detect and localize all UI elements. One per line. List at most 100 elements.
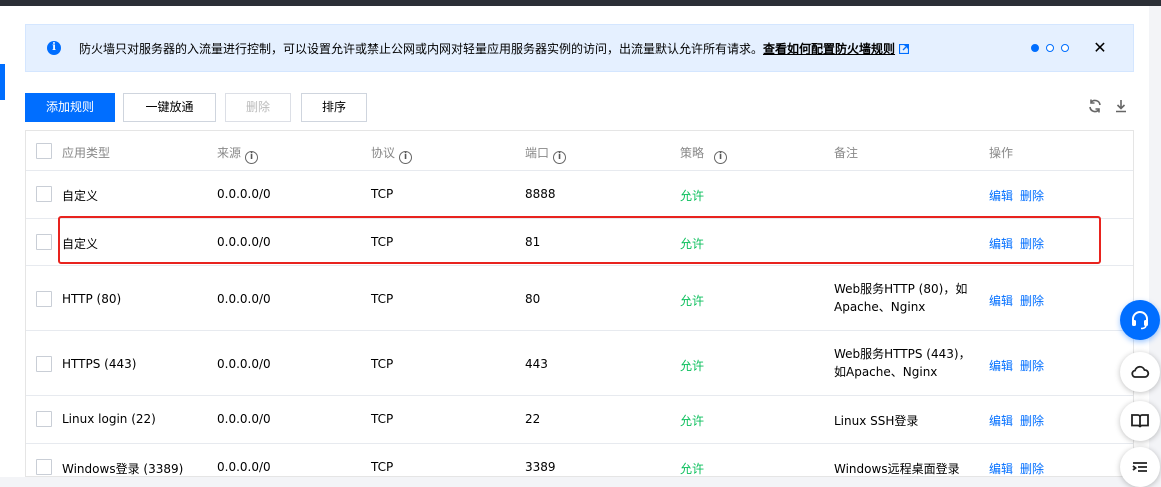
cell-port: 443 — [525, 357, 548, 371]
row-checkbox[interactable] — [36, 459, 52, 475]
cell-port: 8888 — [525, 187, 556, 201]
sort-button[interactable]: 排序 — [301, 93, 367, 122]
edit-link[interactable]: 编辑 — [989, 412, 1013, 429]
cell-app-type: Windows登录 (3389) — [62, 462, 184, 476]
header-policy: 策略 i — [680, 144, 728, 164]
info-icon[interactable]: i — [714, 151, 728, 164]
cell-protocol: TCP — [371, 412, 394, 426]
info-icon[interactable]: i — [399, 151, 413, 164]
pager-dot[interactable] — [1046, 44, 1054, 52]
cell-source: 0.0.0.0/0 — [217, 412, 271, 426]
row-checkbox[interactable] — [36, 291, 52, 307]
pager-dot[interactable] — [1031, 44, 1039, 52]
customer-service-button[interactable] — [1120, 300, 1160, 340]
one-click-open-button[interactable]: 一键放通 — [123, 93, 216, 122]
cell-protocol: TCP — [371, 357, 394, 371]
header-protocol: 协议 i — [371, 144, 413, 164]
header-source-label: 来源 — [217, 146, 242, 160]
cell-app-type: Linux login (22) — [62, 412, 156, 426]
header-port-label: 端口 — [525, 146, 550, 160]
edit-link[interactable]: 编辑 — [989, 187, 1013, 204]
firewall-help-link-text[interactable]: 查看如何配置防火墙规则 — [763, 42, 895, 56]
table-row: 自定义 0.0.0.0/0 TCP 8888 允许 编辑 删除 — [26, 171, 1133, 219]
header-app-type: 应用类型 — [62, 146, 111, 160]
cell-port: 3389 — [525, 460, 556, 474]
cell-policy: 允许 — [680, 414, 705, 428]
cell-policy: 允许 — [680, 237, 705, 251]
external-link-icon[interactable] — [899, 44, 910, 54]
cell-policy: 允许 — [680, 359, 705, 373]
info-icon: i — [47, 41, 61, 55]
docs-button[interactable] — [1120, 401, 1160, 441]
info-icon[interactable]: i — [245, 151, 259, 164]
cell-port: 81 — [525, 235, 541, 249]
delete-button[interactable]: 删除 — [225, 93, 291, 122]
notice-message: 防火墙只对服务器的入流量进行控制，可以设置允许或禁止公网或内网对轻量应用服务器实… — [79, 40, 910, 57]
cell-port: 80 — [525, 292, 541, 306]
edit-link[interactable]: 编辑 — [989, 357, 1013, 374]
cell-protocol: TCP — [371, 235, 394, 249]
cell-app-type: HTTP (80) — [62, 292, 122, 306]
firewall-help-link[interactable]: 查看如何配置防火墙规则 — [763, 42, 895, 56]
cell-protocol: TCP — [371, 292, 394, 306]
cloud-icon — [1131, 365, 1150, 378]
row-checkbox[interactable] — [36, 356, 52, 372]
cell-app-type: HTTPS (443) — [62, 357, 137, 371]
close-icon[interactable]: ✕ — [1092, 38, 1108, 58]
delete-link[interactable]: 删除 — [1020, 412, 1044, 429]
header-port: 端口 i — [525, 144, 567, 164]
cell-remark: Linux SSH登录 — [834, 414, 919, 428]
edit-link[interactable]: 编辑 — [989, 460, 1013, 476]
cell-source: 0.0.0.0/0 — [217, 235, 271, 249]
pager-dot[interactable] — [1061, 44, 1069, 52]
list-button[interactable] — [1120, 447, 1160, 487]
info-icon[interactable]: i — [553, 151, 567, 164]
firewall-notice: i 防火墙只对服务器的入流量进行控制，可以设置允许或禁止公网或内网对轻量应用服务… — [25, 24, 1134, 72]
refresh-icon[interactable] — [1087, 98, 1103, 114]
cell-policy: 允许 — [680, 189, 705, 203]
table-row: 自定义 0.0.0.0/0 TCP 81 允许 编辑 删除 — [26, 219, 1133, 266]
left-nav-active-indicator — [0, 64, 5, 100]
delete-link[interactable]: 删除 — [1020, 357, 1044, 374]
cell-remark: Windows远程桌面登录 — [834, 462, 960, 476]
edit-link[interactable]: 编辑 — [989, 292, 1013, 309]
cell-port: 22 — [525, 412, 541, 426]
cell-policy: 允许 — [680, 294, 705, 308]
header-actions: 操作 — [989, 146, 1014, 160]
cloud-button[interactable] — [1120, 352, 1160, 392]
cell-source: 0.0.0.0/0 — [217, 357, 271, 371]
cell-remark: Web服务HTTPS (443)，如Apache、Nginx — [834, 347, 971, 379]
cell-source: 0.0.0.0/0 — [217, 292, 271, 306]
delete-link[interactable]: 删除 — [1020, 187, 1044, 204]
notice-text: 防火墙只对服务器的入流量进行控制，可以设置允许或禁止公网或内网对轻量应用服务器实… — [79, 42, 764, 56]
delete-link[interactable]: 删除 — [1020, 292, 1044, 309]
select-all-checkbox[interactable] — [36, 143, 52, 159]
cell-protocol: TCP — [371, 460, 394, 474]
cell-source: 0.0.0.0/0 — [217, 187, 271, 201]
table-row: Windows登录 (3389) 0.0.0.0/0 TCP 3389 允许 W… — [26, 444, 1133, 476]
table-row: HTTPS (443) 0.0.0.0/0 TCP 443 允许 Web服务HT… — [26, 331, 1133, 396]
cell-protocol: TCP — [371, 187, 394, 201]
table-row: HTTP (80) 0.0.0.0/0 TCP 80 允许 Web服务HTTP … — [26, 266, 1133, 331]
cell-app-type: 自定义 — [62, 189, 99, 203]
edit-link[interactable]: 编辑 — [989, 235, 1013, 252]
header-policy-label: 策略 — [680, 146, 705, 160]
cell-remark: Web服务HTTP (80)，如Apache、Nginx — [834, 282, 968, 314]
table-row: Linux login (22) 0.0.0.0/0 TCP 22 允许 Lin… — [26, 396, 1133, 444]
cell-source: 0.0.0.0/0 — [217, 460, 271, 474]
list-icon — [1132, 462, 1147, 472]
cell-policy: 允许 — [680, 462, 705, 476]
header-protocol-label: 协议 — [371, 146, 396, 160]
notice-pager — [1031, 44, 1069, 52]
row-checkbox[interactable] — [36, 234, 52, 250]
row-checkbox[interactable] — [36, 186, 52, 202]
delete-link[interactable]: 删除 — [1020, 460, 1044, 476]
cell-app-type: 自定义 — [62, 237, 99, 251]
row-checkbox[interactable] — [36, 411, 52, 427]
add-rule-button[interactable]: 添加规则 — [25, 93, 115, 122]
delete-link[interactable]: 删除 — [1020, 235, 1044, 252]
header-source: 来源 i — [217, 144, 259, 164]
book-icon — [1131, 414, 1149, 428]
firewall-rules-table: 应用类型 来源 i 协议 i 端口 i 策略 i 备注 操作 自定义 0.0.0.0/0… — [25, 130, 1134, 477]
download-icon[interactable] — [1113, 98, 1129, 114]
